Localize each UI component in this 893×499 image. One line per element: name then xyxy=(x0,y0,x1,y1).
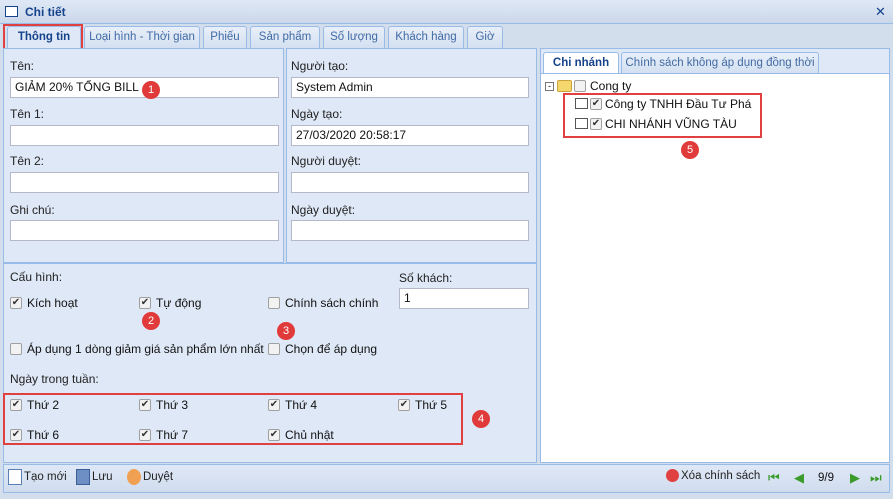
ten-label: Tên: xyxy=(10,59,35,73)
tab-phieu[interactable]: Phiếu xyxy=(203,26,247,48)
delete-icon xyxy=(666,469,679,482)
prev-page-icon[interactable]: ◀ xyxy=(794,470,804,486)
badge: 4 xyxy=(472,410,490,428)
badge: 2 xyxy=(142,312,160,330)
tab-gio[interactable]: Giờ xyxy=(467,26,503,48)
badge: 5 xyxy=(681,141,699,159)
config-label: Cấu hình: xyxy=(10,270,63,284)
ten2-label: Tên 2: xyxy=(10,154,45,168)
ten1-input[interactable] xyxy=(10,125,279,146)
so-khach-label: Số khách: xyxy=(399,271,453,285)
kich-hoat-checkbox[interactable]: ✔ xyxy=(10,297,22,309)
folder-icon xyxy=(557,80,572,92)
tree-root-checkbox[interactable] xyxy=(574,80,586,92)
approve-icon xyxy=(127,469,141,485)
delete-policy-button[interactable]: Xóa chính sách xyxy=(666,469,760,482)
chinh-sach-chinh-checkbox[interactable] xyxy=(268,297,280,309)
next-page-icon[interactable]: ▶ xyxy=(850,470,860,486)
new-button[interactable]: Tạo mới xyxy=(8,469,67,485)
ghichu-input[interactable] xyxy=(10,220,279,241)
ngayduyet-label: Ngày duyệt: xyxy=(291,203,356,217)
tree-root-label[interactable]: Cong ty xyxy=(590,79,631,93)
nguoitao-label: Người tạo: xyxy=(291,59,349,73)
nguoitao-input[interactable]: System Admin xyxy=(291,77,529,98)
nguoiduyet-label: Người duyệt: xyxy=(291,154,361,168)
chon-de-ap-dung-checkbox[interactable] xyxy=(268,343,280,355)
tu-dong-checkbox[interactable]: ✔ xyxy=(139,297,151,309)
new-doc-icon xyxy=(8,469,22,485)
approve-label: Duyệt xyxy=(143,471,174,483)
ghichu-label: Ghi chú: xyxy=(10,203,55,217)
highlight-box xyxy=(3,393,463,445)
tab-khach-hang[interactable]: Khách hàng xyxy=(388,26,464,48)
delete-label: Xóa chính sách xyxy=(681,469,761,482)
tab-chinh-sach-khong-ap-dung[interactable]: Chính sách không áp dụng đồng thời xyxy=(621,52,819,73)
tab-so-luong[interactable]: Số lượng xyxy=(323,26,385,48)
ngayduyet-input[interactable] xyxy=(291,220,529,241)
ap-dung-checkbox[interactable] xyxy=(10,343,22,355)
nguoiduyet-input[interactable] xyxy=(291,172,529,193)
badge: 3 xyxy=(277,322,295,340)
tab-loai-hinh[interactable]: Loại hình - Thời gian xyxy=(84,26,200,48)
save-label: Lưu xyxy=(92,471,113,483)
new-label: Tạo mới xyxy=(24,471,67,483)
so-khach-input[interactable]: 1 xyxy=(399,288,529,309)
badge: 1 xyxy=(142,81,160,99)
save-icon xyxy=(76,469,90,485)
ngaytao-label: Ngày tạo: xyxy=(291,107,343,121)
close-button[interactable]: ✕ xyxy=(873,4,888,19)
ngaytao-input[interactable]: 27/03/2020 20:58:17 xyxy=(291,125,529,146)
weekdays-label: Ngày trong tuần: xyxy=(10,372,99,386)
window-icon xyxy=(5,6,18,17)
page-indicator: 9/9 xyxy=(818,472,834,484)
collapse-icon[interactable]: - xyxy=(545,82,554,91)
first-page-icon[interactable]: ⏮ xyxy=(768,470,780,486)
chon-de-ap-dung-label: Chọn để áp dụng xyxy=(285,342,378,356)
approve-button[interactable]: Duyệt xyxy=(127,469,173,485)
highlight-box xyxy=(563,93,762,138)
ten2-input[interactable] xyxy=(10,172,279,193)
tab-chi-nhanh[interactable]: Chi nhánh xyxy=(543,52,619,73)
tab-san-pham[interactable]: Sản phẩm xyxy=(250,26,320,48)
tu-dong-label: Tự động xyxy=(156,296,202,310)
window-title: Chi tiết xyxy=(25,5,66,19)
chinh-sach-chinh-label: Chính sách chính xyxy=(285,296,379,310)
kich-hoat-label: Kích hoạt xyxy=(27,296,78,310)
save-button[interactable]: Lưu xyxy=(76,469,113,485)
last-page-icon[interactable]: ⏭ xyxy=(870,470,882,486)
ap-dung-label: Áp dụng 1 dòng giảm giá sản phẩm lớn nhấ… xyxy=(27,342,264,356)
ten1-label: Tên 1: xyxy=(10,107,45,121)
title-bar xyxy=(0,0,893,24)
